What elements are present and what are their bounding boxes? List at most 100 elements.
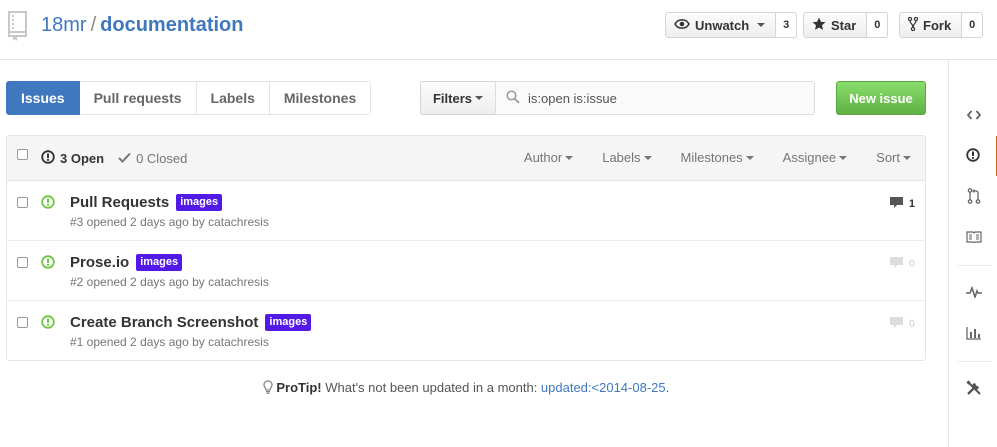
star-label: Star — [831, 17, 857, 33]
issue-comment-count: 0 — [908, 258, 915, 270]
issue-comment-count: 0 — [908, 318, 915, 330]
sidebar-item-pulse[interactable] — [949, 273, 997, 313]
tab-milestones[interactable]: Milestones — [269, 81, 372, 115]
tab-pull-requests[interactable]: Pull requests — [79, 81, 197, 115]
issue-checkbox[interactable] — [17, 317, 28, 328]
chevron-down-icon — [475, 96, 483, 100]
issue-label-images[interactable]: images — [265, 314, 312, 331]
fork-button-group: Fork 0 — [899, 12, 984, 38]
comment-icon — [889, 196, 904, 212]
lightbulb-icon — [263, 380, 277, 395]
sidebar-item-pull-requests[interactable] — [949, 177, 997, 217]
repo-sidebar-nav — [948, 60, 997, 447]
sidebar-item-graphs[interactable] — [949, 314, 997, 354]
sidebar-item-settings[interactable] — [949, 369, 997, 409]
issue-comments-link[interactable]: 0 — [889, 316, 915, 332]
sidebar-divider — [957, 265, 993, 266]
settings-icon — [965, 379, 982, 399]
repo-title: 18mr / documentation — [41, 14, 243, 37]
issue-comments-link[interactable]: 0 — [889, 256, 915, 272]
issue-meta-text: #2 opened 2 days ago by — [70, 275, 205, 289]
star-button-group: Star 0 — [803, 12, 889, 38]
issues-subnav: Issues Pull requests Labels Milestones — [6, 81, 372, 115]
author-dropdown-label: Author — [523, 150, 563, 165]
new-issue-button[interactable]: New issue — [836, 81, 926, 115]
issue-meta: #2 opened 2 days ago by catachresis — [70, 275, 269, 289]
issue-meta: #3 opened 2 days ago by catachresis — [70, 215, 269, 229]
stargazers-count[interactable]: 0 — [867, 12, 889, 38]
issue-opened-icon — [41, 195, 55, 212]
issue-opened-icon — [41, 315, 55, 332]
issue-filter-dropdowns: Author Labels Milestones Assignee Sort — [524, 150, 911, 165]
repo-name-link[interactable]: documentation — [100, 14, 243, 36]
watchers-count[interactable]: 3 — [776, 12, 798, 38]
issue-opened-icon — [41, 150, 55, 167]
issue-checkbox[interactable] — [17, 197, 28, 208]
issue-title-link[interactable]: Pull Requests — [70, 194, 169, 211]
closed-count-label: 0 Closed — [136, 151, 188, 166]
eye-icon — [674, 18, 690, 33]
issue-meta-text: #3 opened 2 days ago by — [70, 215, 205, 229]
comment-icon — [889, 256, 904, 272]
filters-label: Filters — [432, 90, 472, 106]
issue-title-link[interactable]: Create Branch Screenshot — [70, 314, 258, 331]
star-button[interactable]: Star — [803, 12, 868, 38]
issue-title-container: Create Branch Screenshot images — [70, 314, 312, 331]
search-box — [495, 81, 815, 115]
issue-opened-icon — [965, 147, 980, 165]
issue-meta: #1 opened 2 days ago by catachresis — [70, 335, 269, 349]
open-issues-link[interactable]: 3 Open — [41, 150, 104, 167]
forks-count[interactable]: 0 — [962, 12, 984, 38]
issue-author-link[interactable]: catachresis — [208, 215, 269, 229]
issue-row: Pull Requests images #3 opened 2 days ag… — [7, 181, 925, 241]
filters-button[interactable]: Filters — [420, 81, 496, 115]
issue-author-link[interactable]: catachresis — [208, 335, 269, 349]
issue-comments-link[interactable]: 1 — [889, 196, 915, 212]
closed-issues-link[interactable]: 0 Closed — [118, 151, 187, 166]
issue-label-images[interactable]: images — [136, 254, 183, 271]
chevron-down-icon — [757, 23, 766, 27]
labels-dropdown[interactable]: Labels — [602, 150, 652, 165]
repo-separator: / — [90, 14, 97, 36]
tab-issues[interactable]: Issues — [6, 81, 80, 115]
star-icon — [812, 17, 826, 34]
issues-search-input[interactable] — [528, 90, 798, 106]
tab-labels[interactable]: Labels — [196, 81, 270, 115]
issue-title-link[interactable]: Prose.io — [70, 254, 129, 271]
issue-label-images[interactable]: images — [176, 194, 223, 211]
issue-comment-count: 1 — [908, 198, 915, 210]
fork-button[interactable]: Fork — [899, 12, 963, 38]
sidebar-item-issues[interactable] — [949, 136, 997, 176]
protip-query-link[interactable]: updated:<2014-08-25 — [541, 380, 666, 395]
fork-label: Fork — [923, 17, 952, 33]
repo-header: 18mr / documentation Unwatch 3 Star 0 Fork… — [0, 0, 997, 60]
sidebar-item-code[interactable] — [949, 95, 997, 135]
protip-end: . — [665, 380, 670, 395]
sidebar-divider — [957, 361, 993, 362]
repo-owner-link[interactable]: 18mr — [41, 14, 87, 36]
repo-icon — [6, 10, 30, 41]
author-dropdown[interactable]: Author — [523, 150, 574, 165]
unwatch-button[interactable]: Unwatch — [665, 12, 777, 38]
issue-state-toggle: 3 Open 0 Closed — [41, 150, 187, 167]
issue-checkbox[interactable] — [17, 257, 28, 268]
code-icon — [966, 108, 981, 123]
assignee-dropdown-label: Assignee — [782, 150, 837, 165]
wiki-icon — [965, 230, 982, 246]
assignee-dropdown[interactable]: Assignee — [782, 150, 848, 165]
open-count-label: 3 Open — [60, 151, 105, 166]
sidebar-item-wiki[interactable] — [949, 218, 997, 258]
sort-dropdown[interactable]: Sort — [876, 150, 911, 165]
chevron-down-icon — [839, 155, 848, 160]
watch-button-group: Unwatch 3 — [665, 12, 798, 38]
sort-dropdown-label: Sort — [876, 150, 900, 165]
issue-author-link[interactable]: catachresis — [208, 275, 269, 289]
milestones-dropdown[interactable]: Milestones — [681, 150, 754, 165]
issues-list: 3 Open 0 Closed Author Labels Milestones… — [6, 135, 926, 361]
select-all-checkbox[interactable] — [17, 149, 28, 160]
protip-heading: ProTip! — [276, 380, 322, 395]
graph-icon — [965, 326, 982, 343]
comment-icon — [889, 316, 904, 332]
check-icon — [118, 151, 131, 166]
fork-icon — [907, 16, 919, 34]
